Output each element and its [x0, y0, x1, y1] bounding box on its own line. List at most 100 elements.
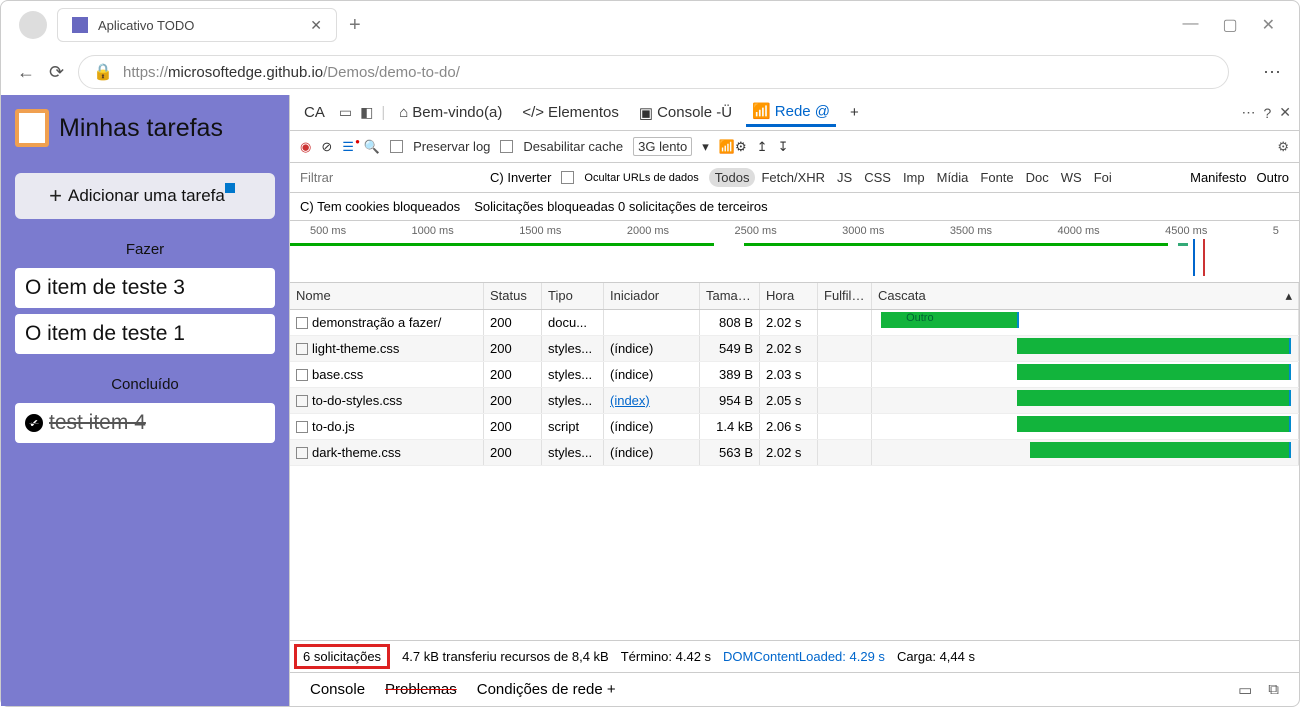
filter-type-todos[interactable]: Todos	[709, 168, 756, 187]
drawer-dock-icon[interactable]: ▭	[1238, 681, 1252, 699]
filter-other[interactable]: Outro	[1256, 170, 1289, 185]
tab-add[interactable]: +	[844, 100, 865, 125]
col-waterfall[interactable]: Cascata▴	[872, 283, 1299, 309]
network-filter-row: C) Inverter Ocultar URLs de dados TodosF…	[290, 163, 1299, 193]
tab-favicon	[72, 17, 88, 33]
section-done-label: Concluído	[15, 376, 275, 393]
hide-data-label: Ocultar URLs de dados	[584, 172, 698, 184]
device-toggle-icon[interactable]: ▭	[339, 104, 352, 121]
filter-type-ws[interactable]: WS	[1055, 168, 1088, 187]
filter-input[interactable]	[300, 170, 480, 185]
filter-type-imp[interactable]: Imp	[897, 168, 931, 187]
network-grid-body: demonstração a fazer/200docu...808 B2.02…	[290, 310, 1299, 466]
disable-cache-checkbox[interactable]	[500, 140, 513, 153]
network-conditions-icon[interactable]: 📶⚙	[719, 139, 747, 155]
drawer-popout-icon[interactable]: ⧉	[1268, 681, 1279, 699]
devtools-more-icon[interactable]: ⋯	[1241, 104, 1255, 121]
tab-network[interactable]: 📶Rede @	[746, 98, 836, 127]
hide-data-checkbox[interactable]	[561, 171, 574, 184]
timeline-tick: 500 ms	[310, 225, 346, 237]
profile-avatar[interactable]	[19, 11, 47, 39]
initiator-link[interactable]: (index)	[610, 393, 650, 408]
clear-icon[interactable]: ⊘	[321, 139, 332, 155]
download-icon[interactable]: ↧	[778, 139, 789, 155]
add-task-button[interactable]: + Adicionar uma tarefa	[15, 173, 275, 219]
col-initiator[interactable]: Iniciador	[604, 283, 700, 309]
section-todo-label: Fazer	[15, 241, 275, 258]
network-filter-row2: C) Tem cookies bloqueados Solicitações b…	[290, 193, 1299, 221]
browser-more-icon[interactable]: ⋯	[1263, 62, 1283, 83]
task-item-done[interactable]: test item 4	[15, 403, 275, 443]
filter-type-mídia[interactable]: Mídia	[931, 168, 975, 187]
col-status[interactable]: Status	[484, 283, 542, 309]
browser-titlebar: Aplicativo TODO ✕ + — ▢ ✕	[1, 1, 1299, 49]
code-icon: </>	[522, 104, 544, 121]
tab-elements[interactable]: </>Elementos	[516, 100, 625, 125]
drawer-console[interactable]: Console	[310, 681, 365, 698]
preserve-log-checkbox[interactable]	[390, 140, 403, 153]
add-task-label: Adicionar uma tarefa	[68, 186, 225, 206]
filter-type-fonte[interactable]: Fonte	[974, 168, 1019, 187]
gear-icon[interactable]: ⚙	[1277, 139, 1289, 155]
browser-tab[interactable]: Aplicativo TODO ✕	[57, 8, 337, 42]
task-item[interactable]: O item de teste 1	[15, 314, 275, 354]
file-icon	[296, 369, 308, 381]
dcl-label: DOMContentLoaded: 4.29 s	[723, 649, 885, 664]
filter-type-js[interactable]: JS	[831, 168, 858, 187]
back-button[interactable]: ←	[17, 62, 35, 83]
blocked-requests-filter[interactable]: Solicitações bloqueadas 0 solicitações d…	[474, 199, 767, 214]
drawer-problems[interactable]: Problemas	[385, 681, 457, 698]
network-row[interactable]: dark-theme.css200styles...(índice)563 B2…	[290, 440, 1299, 466]
console-icon: ▣	[639, 104, 653, 122]
devtools-tabs: CA ▭ ◧ | ⌂Bem-vindo(a) </>Elementos ▣Con…	[290, 95, 1299, 131]
col-name[interactable]: Nome	[290, 283, 484, 309]
col-fulfilled[interactable]: Fulfill...	[818, 283, 872, 309]
network-toolbar: ◉ ⊘ ☰ 🔍 Preservar log Desabilitar cache …	[290, 131, 1299, 163]
network-grid-header[interactable]: Nome Status Tipo Iniciador Tamanho Hora …	[290, 283, 1299, 310]
url-field[interactable]: 🔒 https://microsoftedge.github.io/Demos/…	[78, 55, 1229, 89]
upload-icon[interactable]: ↥	[757, 139, 768, 155]
filter-type-doc[interactable]: Doc	[1020, 168, 1055, 187]
task-item[interactable]: O item de teste 3	[15, 268, 275, 308]
tab-welcome[interactable]: ⌂Bem-vindo(a)	[393, 100, 508, 125]
search-icon[interactable]: 🔍	[364, 139, 380, 155]
col-size[interactable]: Tamanho	[700, 283, 760, 309]
filter-icon[interactable]: ☰	[342, 139, 354, 155]
plus-icon: +	[49, 183, 62, 209]
maximize-icon[interactable]: ▢	[1222, 15, 1237, 35]
tab-console[interactable]: ▣Console -Ü	[633, 100, 738, 126]
filter-type-fetch/xhr[interactable]: Fetch/XHR	[755, 168, 831, 187]
col-type[interactable]: Tipo	[542, 283, 604, 309]
window-close-icon[interactable]: ✕	[1262, 15, 1275, 35]
badge-icon	[225, 183, 235, 193]
devtools-close-icon[interactable]: ✕	[1279, 104, 1291, 121]
inspect-toggle[interactable]: CA	[298, 100, 331, 125]
invert-label[interactable]: C) Inverter	[490, 170, 551, 185]
timeline-tick: 3500 ms	[950, 225, 992, 237]
throttle-select[interactable]: 3G lento	[633, 137, 692, 156]
todo-app-panel: Minhas tarefas + Adicionar uma tarefa Fa…	[1, 95, 289, 706]
network-row[interactable]: base.css200styles...(índice)389 B2.03 s	[290, 362, 1299, 388]
network-row[interactable]: to-do.js200script(índice)1.4 kB2.06 s	[290, 414, 1299, 440]
network-timeline[interactable]: 500 ms1000 ms1500 ms2000 ms2500 ms3000 m…	[290, 221, 1299, 283]
requests-count-highlight: 6 solicitações	[294, 644, 390, 669]
col-time[interactable]: Hora	[760, 283, 818, 309]
wifi-icon: 📶	[752, 102, 771, 120]
filter-manifest[interactable]: Manifesto	[1190, 170, 1246, 185]
dock-side-icon[interactable]: ◧	[360, 104, 373, 121]
record-icon[interactable]: ◉	[300, 139, 311, 155]
network-row[interactable]: to-do-styles.css200styles...(index)954 B…	[290, 388, 1299, 414]
refresh-button[interactable]: ⟳	[49, 62, 64, 83]
timeline-tick: 1000 ms	[412, 225, 454, 237]
filter-type-foi[interactable]: Foi	[1088, 168, 1118, 187]
chevron-down-icon[interactable]: ▾	[702, 139, 709, 155]
new-tab-button[interactable]: +	[349, 14, 361, 37]
drawer-network-conditions[interactable]: Condições de rede +	[477, 681, 616, 698]
network-row[interactable]: demonstração a fazer/200docu...808 B2.02…	[290, 310, 1299, 336]
minimize-icon[interactable]: —	[1182, 15, 1198, 35]
close-icon[interactable]: ✕	[310, 17, 322, 34]
network-row[interactable]: light-theme.css200styles...(índice)549 B…	[290, 336, 1299, 362]
help-icon[interactable]: ?	[1263, 105, 1271, 121]
filter-type-css[interactable]: CSS	[858, 168, 897, 187]
blocked-cookies-filter[interactable]: C) Tem cookies bloqueados	[300, 199, 460, 214]
